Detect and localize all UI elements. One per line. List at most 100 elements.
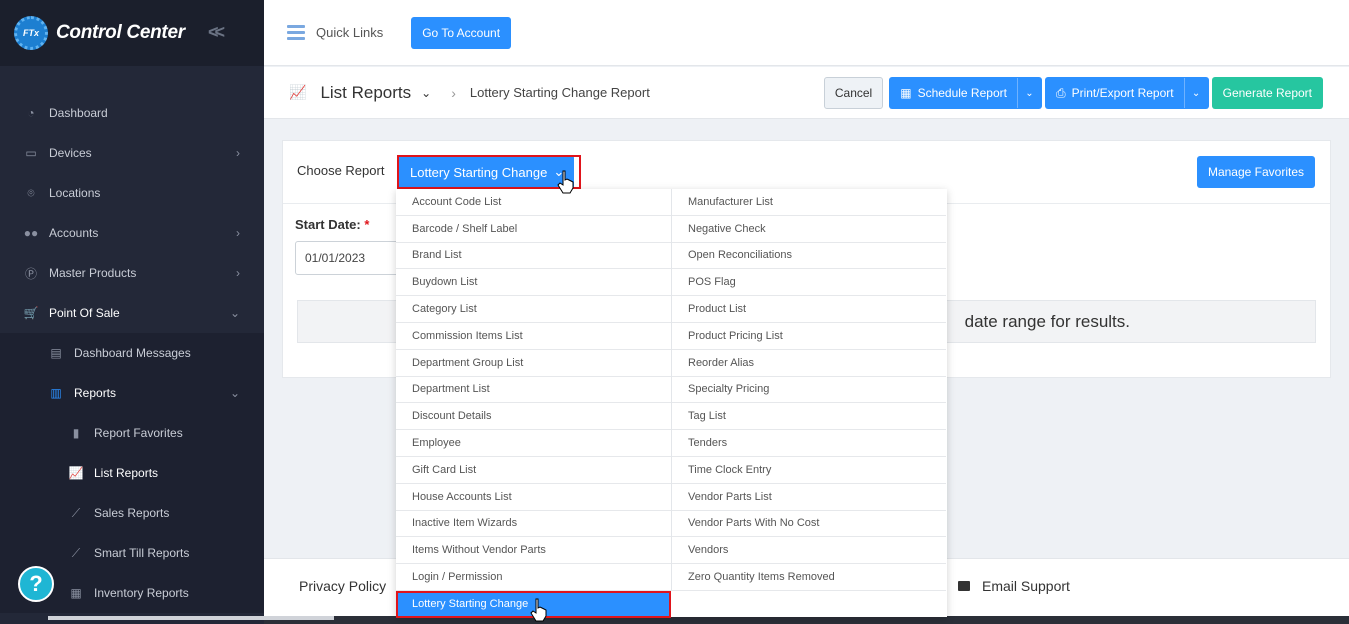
chevron-down-icon[interactable]: ⌄ xyxy=(1183,78,1208,108)
report-dropdown-menu: Account Code List Barcode / Shelf Label Br… xyxy=(396,189,947,618)
menu-icon[interactable] xyxy=(287,22,305,43)
sidebar-item-list-reports[interactable]: 📈 List Reports xyxy=(0,453,264,493)
sidebar-item-label: Master Products xyxy=(49,266,137,280)
sidebar-item-report-favorites[interactable]: ▮ Report Favorites xyxy=(0,413,264,453)
email-support-label: Email Support xyxy=(982,578,1070,594)
schedule-report-label: Schedule Report xyxy=(917,86,1007,100)
dropdown-option[interactable]: Discount Details xyxy=(396,403,671,431)
sidebar-item-label: Devices xyxy=(49,146,92,160)
dropdown-option[interactable]: Barcode / Shelf Label xyxy=(396,216,671,243)
dropdown-option[interactable]: Vendor Parts With No Cost xyxy=(672,511,946,538)
dropdown-option[interactable]: Vendor Parts List xyxy=(672,484,946,511)
email-support-link[interactable]: Email Support xyxy=(958,578,1070,594)
print-export-label: Print/Export Report xyxy=(1071,86,1174,100)
quick-links[interactable]: Quick Links xyxy=(316,25,383,40)
generate-report-button[interactable]: Generate Report xyxy=(1211,77,1323,109)
envelope-icon xyxy=(958,581,970,591)
dropdown-option[interactable]: Tenders xyxy=(672,430,946,457)
sidebar-item-point-of-sale[interactable]: 🛒 Point Of Sale ⌄ xyxy=(0,293,264,333)
message-icon: ▤ xyxy=(50,346,62,360)
dropdown-option[interactable]: Vendors xyxy=(672,537,946,565)
sidebar-item-master-products[interactable]: Ⓟ Master Products › xyxy=(0,253,264,293)
dropdown-option[interactable]: House Accounts List xyxy=(396,484,671,511)
sidebar-item-accounts[interactable]: ●● Accounts › xyxy=(0,213,264,253)
dropdown-option[interactable]: Negative Check xyxy=(672,216,946,243)
sidebar-item-locations[interactable]: ⌾ Locations xyxy=(0,173,264,213)
brand-name: Control Center xyxy=(56,22,185,43)
bookmark-icon: ▮ xyxy=(72,426,80,440)
start-date-text: Start Date: xyxy=(295,217,361,232)
dropdown-option[interactable]: Items Without Vendor Parts xyxy=(396,537,671,565)
line-chart-icon: 📈 xyxy=(289,84,307,100)
dropdown-option[interactable]: POS Flag xyxy=(672,269,946,297)
sidebar-item-sales-reports[interactable]: ⟋ Sales Reports xyxy=(0,493,264,533)
dropdown-option[interactable]: Time Clock Entry xyxy=(672,457,946,484)
dropdown-option[interactable]: Login / Permission xyxy=(396,564,671,591)
printer-icon: ⎙ xyxy=(1055,85,1066,100)
dropdown-option[interactable]: Specialty Pricing xyxy=(672,377,946,404)
info-text: date range for results. xyxy=(964,312,1130,331)
sidebar-item-label: Accounts xyxy=(49,226,99,240)
help-button[interactable]: ? xyxy=(18,566,54,602)
hand-cursor-icon xyxy=(530,598,547,622)
start-date-label: Start Date: * xyxy=(295,217,369,232)
dropdown-option[interactable]: Open Reconciliations xyxy=(672,243,946,270)
collapse-sidebar-icon[interactable]: << xyxy=(208,22,225,43)
location-pin-icon: ⌾ xyxy=(27,185,35,200)
breadcrumb-page: Lottery Starting Change Report xyxy=(469,85,650,100)
dashboard-icon: ◔ xyxy=(27,106,35,120)
cancel-button[interactable]: Cancel xyxy=(823,77,884,109)
sidebar-item-dashboard[interactable]: ◔ Dashboard xyxy=(0,93,264,133)
dropdown-option[interactable]: Department List xyxy=(396,377,671,404)
report-actions: Cancel ▦ Schedule Report ⌄ ⎙ Print/Export … xyxy=(823,77,1323,109)
chevron-right-icon: › xyxy=(236,266,240,280)
dropdown-option[interactable]: Brand List xyxy=(396,243,671,270)
dropdown-column-right: Manufacturer List Negative Check Open Reco… xyxy=(671,189,946,591)
manage-favorites-button[interactable]: Manage Favorites xyxy=(1196,156,1315,188)
print-export-button[interactable]: ⎙ Print/Export Report ⌄ xyxy=(1044,77,1209,109)
sidebar-item-label: Dashboard xyxy=(49,106,108,120)
chevron-down-icon: ⌄ xyxy=(229,306,240,320)
schedule-report-button[interactable]: ▦ Schedule Report ⌄ xyxy=(889,77,1042,109)
chevron-right-icon: › xyxy=(236,226,240,240)
top-bar: Quick Links Go To Account xyxy=(264,0,1349,66)
users-icon: ●● xyxy=(23,226,39,240)
dropdown-option[interactable]: Gift Card List xyxy=(396,457,671,484)
dropdown-option[interactable]: Department Group List xyxy=(396,350,671,377)
dropdown-option[interactable]: Account Code List xyxy=(396,189,671,216)
sidebar-item-reports[interactable]: ▥ Reports ⌄ xyxy=(0,373,264,413)
chevron-right-icon: › xyxy=(236,146,240,160)
brand[interactable]: FTx Control Center << xyxy=(0,0,264,66)
bar-chart-icon: ▥ xyxy=(50,386,62,400)
chevron-down-icon[interactable]: ⌄ xyxy=(1016,78,1041,108)
dropdown-option[interactable]: Product List xyxy=(672,296,946,323)
dropdown-option[interactable]: Product Pricing List xyxy=(672,323,946,350)
line-chart-icon: ⟋ xyxy=(71,545,81,560)
chevron-down-icon[interactable]: ⌄ xyxy=(421,86,431,100)
chevron-down-icon: ⌄ xyxy=(229,386,240,400)
go-to-account-button[interactable]: Go To Account xyxy=(411,16,512,49)
sidebar-item-devices[interactable]: ▭ Devices › xyxy=(0,133,264,173)
dropdown-option[interactable]: Reorder Alias xyxy=(672,350,946,377)
calendar-icon: ▦ xyxy=(900,86,912,100)
privacy-policy-link[interactable]: Privacy Policy xyxy=(299,578,386,594)
sidebar-item-label: Smart Till Reports xyxy=(94,546,190,560)
required-marker: * xyxy=(364,217,370,232)
sidebar-item-label: Dashboard Messages xyxy=(74,346,191,360)
sidebar-item-label: Report Favorites xyxy=(94,426,183,440)
dropdown-option[interactable]: Employee xyxy=(396,430,671,457)
breadcrumb-section[interactable]: List Reports xyxy=(320,83,411,103)
ftx-logo: FTx xyxy=(14,16,48,50)
dropdown-option[interactable]: Manufacturer List xyxy=(672,189,946,216)
sidebar-item-dashboard-messages[interactable]: ▤ Dashboard Messages xyxy=(0,333,264,373)
dropdown-option[interactable]: Inactive Item Wizards xyxy=(396,511,671,538)
scrollbar-thumb[interactable] xyxy=(48,616,334,620)
sidebar-item-label: Locations xyxy=(49,186,101,200)
dropdown-option[interactable]: Zero Quantity Items Removed xyxy=(672,564,946,591)
dropdown-option[interactable]: Commission Items List xyxy=(396,323,671,350)
dropdown-option[interactable]: Category List xyxy=(396,296,671,323)
dropdown-option[interactable]: Tag List xyxy=(672,403,946,431)
breadcrumb-separator-icon: › xyxy=(451,84,456,101)
dropdown-option[interactable]: Buydown List xyxy=(396,269,671,297)
sidebar-item-label: Inventory Reports xyxy=(94,586,189,600)
